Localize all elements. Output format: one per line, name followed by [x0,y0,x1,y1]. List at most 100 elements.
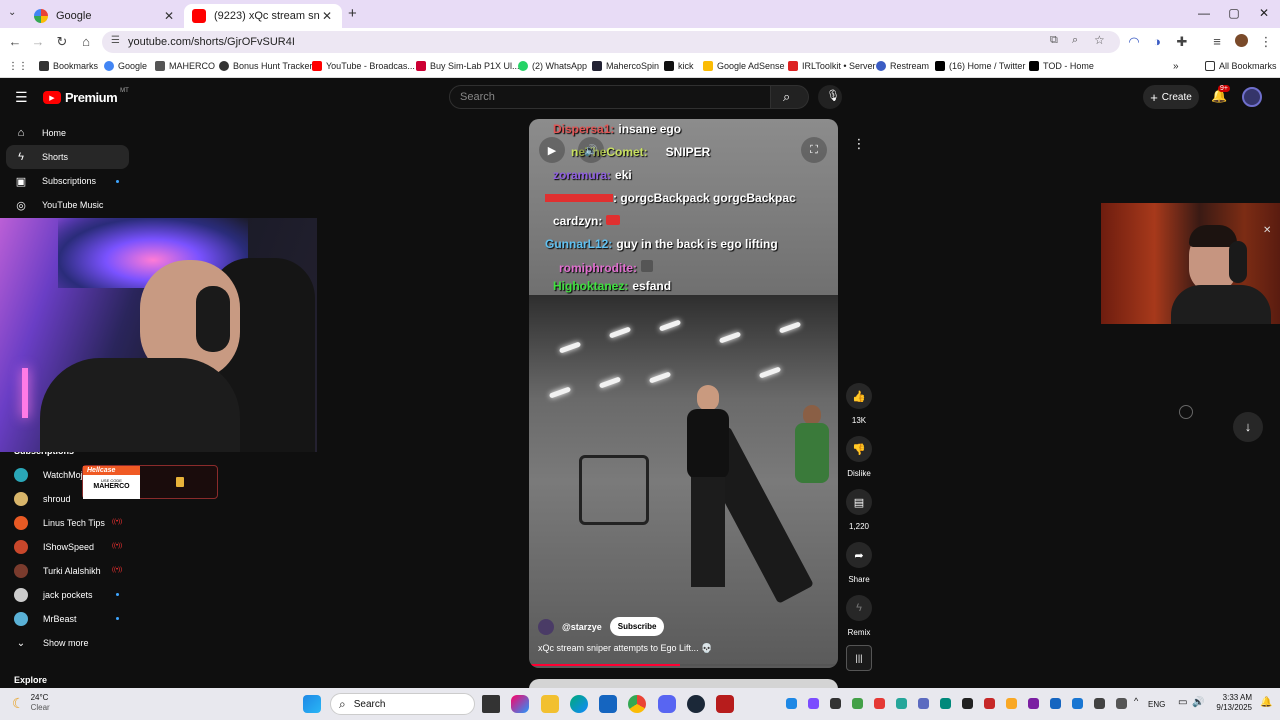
chrome-icon[interactable] [628,695,646,713]
share-button[interactable]: ➦ Share [844,542,874,584]
progress-bar[interactable] [529,664,838,666]
more-options-icon[interactable]: ⋮ [852,136,866,152]
file-explorer-icon[interactable] [541,695,559,713]
subscription-item[interactable]: IShowSpeed ((•)) [14,537,129,557]
tray-icon[interactable] [852,698,863,709]
task-view-icon[interactable] [482,695,500,713]
reading-list-icon[interactable]: ≡ [1209,34,1225,50]
home-icon[interactable]: ⌂ [78,34,94,50]
tray-icon[interactable] [874,698,885,709]
tray-icon[interactable] [984,698,995,709]
clock[interactable]: 3:33 AM 9/13/2025 [1212,693,1252,713]
edge-icon[interactable] [570,695,588,713]
new-tab-button[interactable]: + [348,5,357,22]
remix-button[interactable]: ϟ Remix [844,595,874,637]
nav-home[interactable]: ⌂ Home [6,121,129,145]
menu-icon[interactable]: ⋮ [1258,34,1274,50]
site-info-icon[interactable]: ☰ [111,35,120,46]
copilot-icon[interactable] [511,695,529,713]
discord-icon[interactable] [658,695,676,713]
subscription-item[interactable]: MrBeast [14,609,129,629]
close-icon[interactable]: ✕ [162,9,176,23]
puzzle-icon[interactable]: ✚ [1174,34,1190,50]
minimize-icon[interactable]: — [1194,6,1214,20]
bookmark-item[interactable]: MahercoSpin [592,61,659,71]
nav-subscriptions[interactable]: ▣ Subscriptions [6,169,129,193]
tray-icon[interactable] [1006,698,1017,709]
nav-shorts[interactable]: ϟ Shorts [6,145,129,169]
sound-button[interactable]: ||| [844,645,874,671]
forward-icon[interactable]: → [30,34,46,50]
bookmark-item[interactable]: Bonus Hunt Tracker [219,61,313,71]
dislike-button[interactable]: 👎 Dislike [844,436,874,478]
comments-button[interactable]: ▤ 1,220 [844,489,874,531]
taskbar-search[interactable]: ⌕ Search [330,693,475,715]
tray-icon[interactable] [830,698,841,709]
voice-search-button[interactable]: 🎙 [818,85,842,109]
short-video-player[interactable]: Dispersa1: insane ego neTheComet: SNIPER z… [529,119,838,668]
language-indicator[interactable]: ENG [1148,700,1165,709]
like-button[interactable]: 👍 13K [844,383,874,425]
show-more-button[interactable]: ⌄ Show more [14,633,89,653]
subscription-item[interactable]: Turki Alalshikh ((•)) [14,561,129,581]
reload-icon[interactable]: ↻ [54,34,70,50]
bookmark-item[interactable]: kick [664,61,694,71]
tray-icon[interactable] [940,698,951,709]
bookmark-item[interactable]: MAHERCO [155,61,215,71]
extension-icon[interactable]: ◑ [1149,34,1165,50]
tray-icon[interactable] [896,698,907,709]
install-icon[interactable]: ⧉ [1050,34,1058,47]
tray-icon[interactable] [962,698,973,709]
close-window-icon[interactable]: ✕ [1254,6,1274,20]
next-short-button[interactable]: ↓ [1233,412,1263,442]
search-input[interactable]: Search [449,85,771,109]
chevron-up-icon[interactable]: ^ [1134,696,1145,707]
tray-icon[interactable] [1028,698,1039,709]
tray-icon[interactable] [1094,698,1105,709]
microphone-icon[interactable] [1116,698,1127,709]
zoom-icon[interactable]: ⌕ [1072,34,1078,47]
app-icon[interactable] [716,695,734,713]
volume-icon[interactable]: 🔊 [1192,697,1204,708]
channel-name[interactable]: @starzye [562,622,602,632]
channel-avatar[interactable] [538,618,554,635]
weather-widget[interactable]: ☾ 24°C Clear [12,693,50,713]
more-bookmarks-icon[interactable]: » [1173,61,1179,72]
close-icon[interactable]: ✕ [1263,225,1271,236]
bluetooth-icon[interactable] [1072,698,1083,709]
extension-icon[interactable]: ◠ [1126,34,1142,50]
maximize-icon[interactable]: ▢ [1224,6,1244,20]
subscribe-button[interactable]: Subscribe [609,617,665,636]
address-bar[interactable]: ☰ youtube.com/shorts/GjrOFvSUR4I ⧉ ⌕ ☆ [102,31,1120,53]
profile-avatar[interactable] [1233,34,1249,51]
back-icon[interactable]: ← [7,34,23,50]
star-icon[interactable]: ☆ [1094,33,1105,47]
apps-icon[interactable]: ⋮⋮ [8,61,28,72]
fullscreen-button[interactable]: ⛶ [801,137,827,163]
bookmark-item[interactable]: (2) WhatsApp [518,61,587,71]
short-title[interactable]: xQc stream sniper attempts to Ego Lift..… [538,643,712,654]
bookmark-item[interactable]: TOD - Home [1029,61,1094,71]
bookmark-item[interactable]: IRLToolkit • Server [788,61,876,71]
tray-icon[interactable] [786,698,797,709]
bookmark-item[interactable]: Buy Sim-Lab P1X Ul... [416,61,520,71]
nav-youtube-music[interactable]: ◎ YouTube Music [6,193,129,217]
search-button[interactable]: ⌕ [771,85,809,109]
subscription-item[interactable]: Linus Tech Tips ((•)) [14,513,129,533]
tab-youtube[interactable]: (9223) xQc stream sniper attem ✕ [184,4,342,28]
tray-icon[interactable] [1050,698,1061,709]
network-icon[interactable]: ▭ [1178,697,1187,708]
bookmark-item[interactable]: Google AdSense [703,61,785,71]
subscription-item[interactable]: jack pockets [14,585,129,605]
bookmark-item[interactable]: Restream [876,61,929,71]
tray-icon[interactable] [808,698,819,709]
tray-icon[interactable] [918,698,929,709]
close-icon[interactable]: ✕ [320,9,334,23]
steam-icon[interactable] [687,695,705,713]
tab-search-icon[interactable]: ⌄ [8,7,16,18]
store-icon[interactable] [599,695,617,713]
notification-center-icon[interactable]: 🔔 [1260,697,1272,708]
play-button[interactable]: ▶ [539,137,565,163]
windows-start-icon[interactable] [303,695,321,713]
bookmark-item[interactable]: YouTube - Broadcas... [312,61,415,71]
